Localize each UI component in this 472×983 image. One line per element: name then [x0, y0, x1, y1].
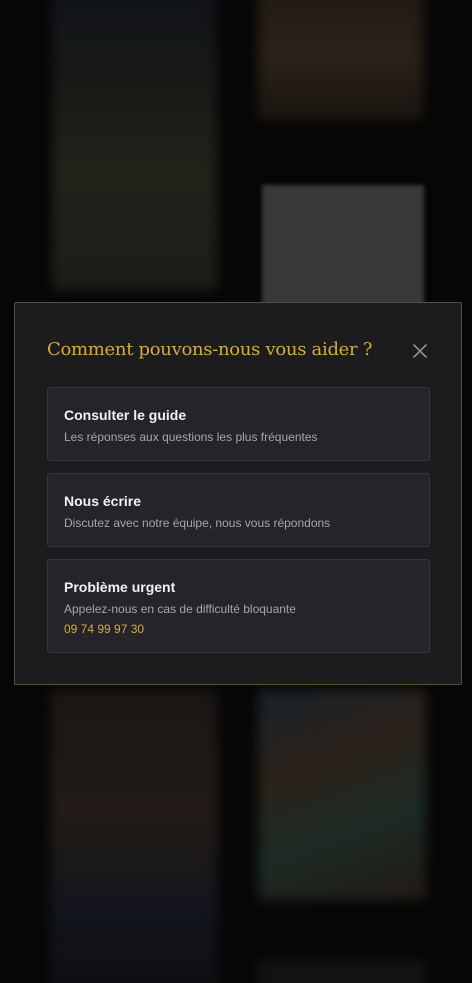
background-image-tile [50, 690, 218, 983]
option-title: Problème urgent [64, 579, 176, 595]
phone-number-link[interactable]: 09 74 99 97 30 [64, 622, 144, 636]
background-image-tile [258, 690, 426, 900]
option-title: Consulter le guide [64, 407, 187, 423]
background-image-tile [258, 0, 423, 120]
close-button[interactable] [409, 340, 431, 362]
background-image-tile [52, 0, 217, 290]
modal-title: Comment pouvons-nous vous aider ? [47, 339, 373, 360]
option-description: Les réponses aux questions les plus fréq… [64, 430, 318, 444]
background-image-tile [258, 960, 426, 983]
close-icon [413, 344, 427, 358]
option-write-to-us[interactable]: Nous écrire Discutez avec notre équipe, … [47, 473, 430, 547]
option-urgent-problem[interactable]: Problème urgent Appelez-nous en cas de d… [47, 559, 430, 653]
option-consult-guide[interactable]: Consulter le guide Les réponses aux ques… [47, 387, 430, 461]
option-description: Discutez avec notre équipe, nous vous ré… [64, 516, 331, 530]
option-description: Appelez-nous en cas de difficulté bloqua… [64, 602, 296, 616]
background-image-tile [262, 185, 424, 305]
option-title: Nous écrire [64, 493, 142, 509]
help-modal: Comment pouvons-nous vous aider ? Consul… [14, 302, 462, 685]
